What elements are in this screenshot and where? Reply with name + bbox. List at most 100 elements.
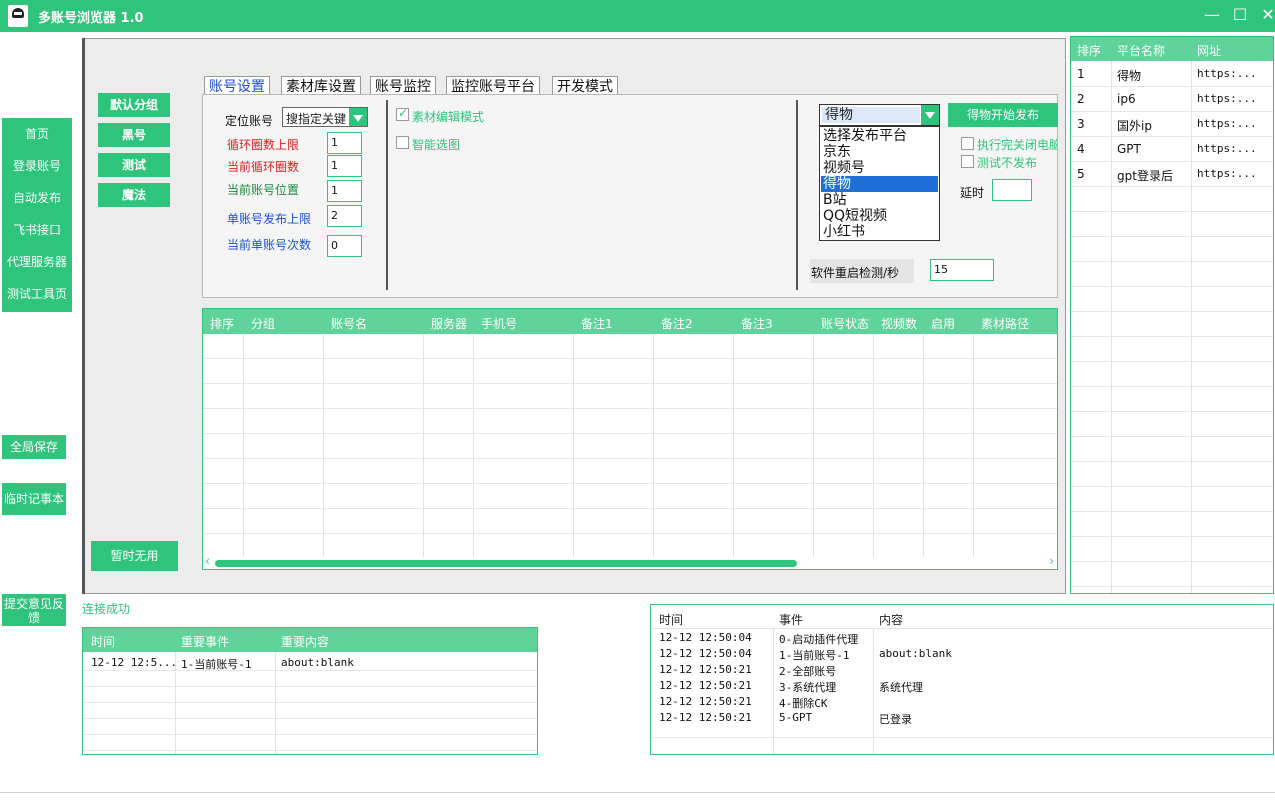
log-time: 12-12 12:5... xyxy=(91,656,178,669)
col-header[interactable]: 时间 xyxy=(91,633,115,650)
grid-line xyxy=(1071,211,1273,212)
current-loop-input[interactable]: 1 xyxy=(327,155,362,177)
minimize-icon[interactable]: — xyxy=(1200,4,1224,26)
temp-notes-button[interactable]: 临时记事本 xyxy=(2,483,66,515)
col-header[interactable]: 启用 xyxy=(931,315,955,332)
platform-table[interactable]: 排序 平台名称 网址 1 得物 https:... 2 ip6 https:... 3 国外i… xyxy=(1070,36,1274,594)
scroll-right-icon[interactable]: › xyxy=(1049,554,1054,568)
tab-material-settings[interactable]: 素材库设置 xyxy=(281,76,361,96)
grid-line xyxy=(1071,336,1273,337)
platform-option[interactable]: 小红书 xyxy=(821,224,938,240)
col-header[interactable]: 备注3 xyxy=(741,315,773,332)
current-account-pos-input[interactable]: 1 xyxy=(327,180,362,202)
col-header[interactable]: 内容 xyxy=(879,611,903,628)
single-publish-limit-input[interactable]: 2 xyxy=(327,205,362,227)
log-time: 12-12 12:50:21 xyxy=(659,695,752,708)
grid-line xyxy=(83,686,537,687)
group-magic-button[interactable]: 魔法 xyxy=(98,183,170,207)
row-index: 3 xyxy=(1077,117,1085,131)
col-header[interactable]: 排序 xyxy=(210,315,234,332)
col-header[interactable]: 平台名称 xyxy=(1117,42,1165,59)
platform-select[interactable]: 得物 xyxy=(819,104,940,126)
nav-item-login-account[interactable]: 登录账号 xyxy=(2,152,72,180)
group-default-button[interactable]: 默认分组 xyxy=(98,93,170,117)
platform-url[interactable]: https:... xyxy=(1197,92,1257,105)
chevron-down-icon xyxy=(921,105,939,125)
restart-check-input[interactable]: 15 xyxy=(930,259,994,281)
log-event: 1-当前账号-1 xyxy=(779,649,850,662)
account-table[interactable]: 排序 分组 账号名 服务器 手机号 备注1 备注2 备注3 账号状态 视频数 启… xyxy=(202,308,1058,570)
grid-line xyxy=(1071,386,1273,387)
grid-line xyxy=(923,334,924,559)
feedback-button[interactable]: 提交意见反馈 xyxy=(2,594,66,626)
shutdown-after-checkbox[interactable] xyxy=(961,137,974,150)
group-test-button[interactable]: 测试 xyxy=(98,153,170,177)
row-index: 5 xyxy=(1077,167,1085,181)
platform-url[interactable]: https:... xyxy=(1197,117,1257,130)
nav-item-auto-publish[interactable]: 自动发布 xyxy=(2,184,72,212)
group-black-button[interactable]: 黑号 xyxy=(98,123,170,147)
col-header[interactable]: 服务器 xyxy=(431,315,467,332)
col-header[interactable]: 事件 xyxy=(779,611,803,628)
nav-item-feishu-api[interactable]: 飞书接口 xyxy=(2,216,72,244)
platform-option[interactable]: 京东 xyxy=(821,144,938,160)
col-header[interactable]: 素材路径 xyxy=(981,315,1029,332)
grid-line xyxy=(203,433,1057,434)
grid-line xyxy=(573,334,574,559)
platform-option-selected[interactable]: 得物 xyxy=(821,176,938,192)
col-header[interactable]: 账号状态 xyxy=(821,315,869,332)
grid-line xyxy=(1071,361,1273,362)
test-no-publish-checkbox[interactable] xyxy=(961,155,974,168)
col-header[interactable]: 重要内容 xyxy=(281,633,329,650)
col-header[interactable]: 网址 xyxy=(1197,42,1221,59)
bottom-divider xyxy=(0,792,1275,793)
scroll-thumb[interactable] xyxy=(215,560,797,567)
nav-item-proxy-server[interactable]: 代理服务器 xyxy=(2,248,72,276)
nav-item-home[interactable]: 首页 xyxy=(2,120,72,148)
tab-dev-mode[interactable]: 开发模式 xyxy=(552,76,618,96)
global-save-button[interactable]: 全局保存 xyxy=(2,435,66,459)
smart-select-checkbox[interactable] xyxy=(396,136,409,149)
col-header[interactable]: 重要事件 xyxy=(181,633,229,650)
platform-option[interactable]: QQ短视频 xyxy=(821,208,938,224)
grid-line xyxy=(203,483,1057,484)
platform-url[interactable]: https:... xyxy=(1197,167,1257,180)
grid-line xyxy=(651,737,1273,738)
material-edit-checkbox[interactable] xyxy=(396,106,409,121)
col-header[interactable]: 时间 xyxy=(659,611,683,628)
col-header[interactable]: 分组 xyxy=(251,315,275,332)
scroll-left-icon[interactable]: ‹ xyxy=(205,554,210,568)
locate-account-select[interactable]: 搜指定关键 xyxy=(282,107,368,127)
current-single-count-input[interactable]: 0 xyxy=(327,235,362,257)
grid-line xyxy=(203,508,1057,509)
important-log-table[interactable]: 时间 重要事件 重要内容 12-12 12:5... 1-当前账号-1 abou… xyxy=(82,627,538,755)
event-log-table[interactable]: 时间 事件 内容 12-12 12:50:04 0-启动插件代理 12-12 12:… xyxy=(650,604,1274,755)
loop-limit-input[interactable]: 1 xyxy=(327,132,362,154)
current-loop-label: 当前循环圈数 xyxy=(227,160,300,174)
platform-option[interactable]: B站 xyxy=(821,192,938,208)
platform-option[interactable]: 视频号 xyxy=(821,160,938,176)
tab-account-monitor[interactable]: 账号监控 xyxy=(370,76,436,96)
col-header[interactable]: 备注1 xyxy=(581,315,613,332)
col-header[interactable]: 视频数 xyxy=(881,315,917,332)
close-icon[interactable]: ✕ xyxy=(1256,4,1275,26)
restart-check-label: 软件重启检测/秒 xyxy=(811,266,900,280)
start-publish-button[interactable]: 得物开始发布 xyxy=(948,103,1058,127)
grid-line xyxy=(203,533,1057,534)
nav-item-test-tools[interactable]: 测试工具页 xyxy=(2,280,72,308)
delay-input[interactable] xyxy=(992,179,1032,201)
maximize-icon[interactable]: ☐ xyxy=(1228,4,1252,26)
platform-option[interactable]: 选择发布平台 xyxy=(821,128,938,144)
unused-button[interactable]: 暂时无用 xyxy=(91,541,178,571)
col-header[interactable]: 账号名 xyxy=(331,315,367,332)
tab-monitor-platforms[interactable]: 监控账号平台 xyxy=(446,76,540,96)
col-header[interactable]: 备注2 xyxy=(661,315,693,332)
grid-line xyxy=(1071,286,1273,287)
col-header[interactable]: 排序 xyxy=(1077,42,1101,59)
horizontal-scrollbar[interactable]: ‹ › xyxy=(203,554,1057,569)
grid-line xyxy=(873,629,874,754)
platform-url[interactable]: https:... xyxy=(1197,142,1257,155)
grid-line xyxy=(323,334,324,559)
platform-url[interactable]: https:... xyxy=(1197,67,1257,80)
col-header[interactable]: 手机号 xyxy=(481,315,517,332)
